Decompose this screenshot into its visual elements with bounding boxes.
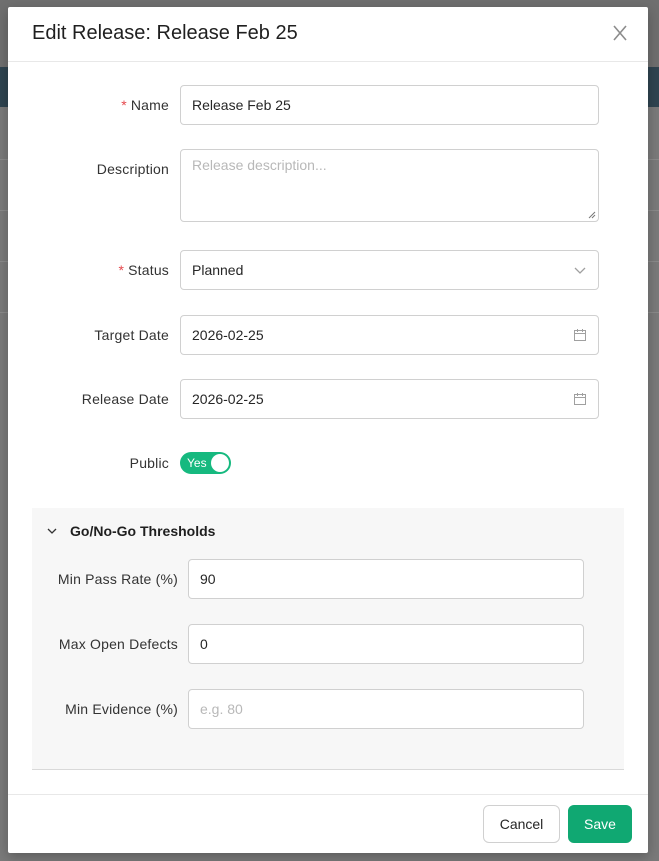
public-label: Public [129,455,169,471]
close-icon [613,25,627,41]
max-open-defects-value: 0 [200,636,208,652]
calendar-icon [574,393,586,405]
chevron-down-icon [47,528,57,534]
status-select-value: Planned [192,262,244,278]
max-open-defects-input[interactable]: 0 [188,624,584,664]
target-date-picker[interactable]: 2026-02-25 [180,315,599,355]
toggle-text: Yes [187,456,207,470]
release-date-value: 2026-02-25 [192,391,264,407]
release-date-label: Release Date [81,391,169,407]
name-input[interactable]: Release Feb 25 [180,85,599,125]
min-pass-rate-label: Min Pass Rate (%) [57,571,178,587]
cancel-button[interactable]: Cancel [483,805,560,843]
thresholds-title: Go/No-Go Thresholds [70,523,216,539]
min-evidence-placeholder: e.g. 80 [200,701,243,717]
target-date-label: Target Date [94,327,169,343]
close-button[interactable] [608,21,632,45]
min-pass-rate-value: 90 [200,571,216,587]
target-date-value: 2026-02-25 [192,327,264,343]
release-date-picker[interactable]: 2026-02-25 [180,379,599,419]
chevron-down-icon [574,267,586,274]
public-toggle[interactable]: Yes [180,452,231,474]
modal-footer: Cancel Save [8,794,648,853]
save-button[interactable]: Save [568,805,632,843]
min-pass-rate-input[interactable]: 90 [188,559,584,599]
name-input-value: Release Feb 25 [192,97,291,113]
go-no-go-thresholds-panel: Go/No-Go Thresholds Min Pass Rate (%) 90… [32,508,624,770]
resize-grip-icon[interactable] [588,211,596,219]
thresholds-collapse-header[interactable]: Go/No-Go Thresholds [46,522,215,540]
status-select[interactable]: Planned [180,250,599,290]
edit-release-modal: Edit Release: Release Feb 25 * Name Relea… [8,7,648,853]
description-label: Description [96,161,169,177]
required-marker: * [118,262,125,278]
calendar-icon [574,329,586,341]
min-evidence-label: Min Evidence (%) [65,701,178,717]
max-open-defects-label: Max Open Defects [58,636,178,652]
modal-header: Edit Release: Release Feb 25 [8,7,648,62]
toggle-knob [211,454,229,472]
name-label: * Name [121,97,169,113]
description-textarea[interactable]: Release description... [180,149,599,222]
modal-title: Edit Release: Release Feb 25 [32,22,298,44]
status-label: * Status [118,262,169,278]
description-placeholder: Release description... [192,157,327,173]
min-evidence-input[interactable]: e.g. 80 [188,689,584,729]
required-marker: * [121,97,127,113]
